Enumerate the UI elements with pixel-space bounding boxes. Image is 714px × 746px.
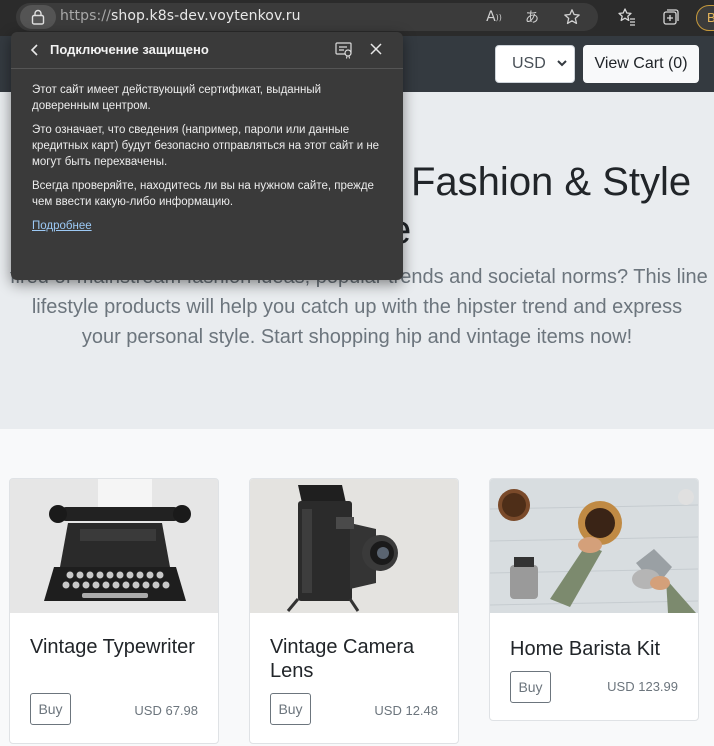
hero-text: lifestyle products will help you catch u… <box>31 296 683 348</box>
product-card[interactable]: Vintage Camera Lens Buy USD 12.48 <box>249 478 459 744</box>
favorites-icon[interactable] <box>616 6 638 28</box>
product-image-barista-kit[interactable] <box>490 479 698 613</box>
product-price: USD 12.48 <box>374 703 438 718</box>
certificate-icon[interactable] <box>334 41 354 59</box>
currency-select[interactable]: USD <box>495 45 575 83</box>
product-price: USD 67.98 <box>134 703 198 718</box>
site-info-button[interactable] <box>20 5 56 29</box>
browser-toolbar: https://shop.k8s-dev.voytenkov.ru A)) あ … <box>0 0 714 36</box>
address-bar[interactable]: https://shop.k8s-dev.voytenkov.ru A)) あ <box>16 3 598 31</box>
close-icon[interactable] <box>368 41 384 57</box>
favorite-star-icon[interactable] <box>562 7 582 27</box>
url-protocol: https:// <box>60 8 111 24</box>
collections-icon[interactable] <box>660 6 682 28</box>
view-cart-button[interactable]: View Cart (0) <box>583 45 699 83</box>
hero-title-line1: Fashion & Style <box>411 160 692 204</box>
popup-divider <box>11 68 403 69</box>
lock-icon <box>31 9 45 25</box>
currency-value: USD <box>512 55 546 72</box>
popup-paragraph-verify: Всегда проверяйте, находитесь ли вы на н… <box>32 180 374 208</box>
popup-paragraph-certificate: Этот сайт имеет действующий сертификат, … <box>32 84 322 112</box>
product-price: USD 123.99 <box>607 679 678 694</box>
learn-more-link[interactable]: Подробнее <box>32 220 92 232</box>
popup-title: Подключение защищено <box>50 42 209 57</box>
profile-button[interactable]: B <box>696 5 714 31</box>
product-name[interactable]: Home Barista Kit <box>490 637 698 661</box>
buy-button[interactable]: Buy <box>270 693 311 725</box>
product-card[interactable]: Home Barista Kit Buy USD 123.99 <box>489 478 699 721</box>
product-image-camera[interactable] <box>250 479 458 613</box>
product-name[interactable]: Vintage Camera Lens <box>250 635 458 683</box>
connection-security-popup: Подключение защищено Этот сайт имеет дей… <box>11 32 403 280</box>
translate-icon[interactable]: あ <box>522 7 542 27</box>
url-host: shop.k8s-dev.voytenkov.ru <box>110 8 301 24</box>
profile-initial: B <box>707 10 714 25</box>
back-arrow-icon[interactable] <box>27 42 43 58</box>
read-aloud-icon[interactable]: A)) <box>484 7 504 27</box>
popup-paragraph-secure: Это означает, что сведения (например, па… <box>32 124 380 168</box>
product-image-typewriter[interactable] <box>10 479 218 613</box>
url-text[interactable]: https://shop.k8s-dev.voytenkov.ru <box>60 8 301 24</box>
buy-button[interactable]: Buy <box>30 693 71 725</box>
chevron-down-icon <box>557 60 567 67</box>
product-name[interactable]: Vintage Typewriter <box>10 635 218 659</box>
product-card[interactable]: Vintage Typewriter Buy USD 67.98 <box>9 478 219 744</box>
buy-button[interactable]: Buy <box>510 671 551 703</box>
